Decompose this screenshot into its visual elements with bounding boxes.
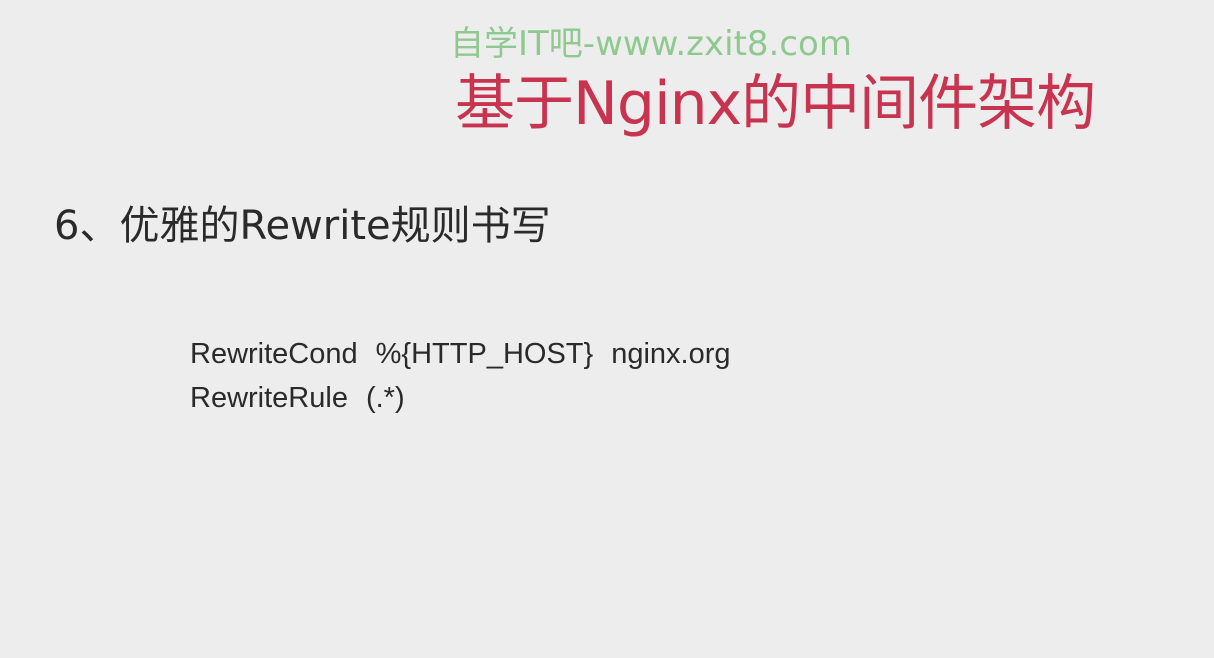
code-directive: RewriteRule [190, 382, 348, 414]
slide: 自学IT吧-www.zxit8.com 基于Nginx的中间件架构 6、优雅的R… [0, 0, 1214, 658]
code-line-rewrite-rule: RewriteRule (.*) [190, 376, 731, 420]
code-argument: nginx.org [611, 338, 731, 370]
code-argument: (.*) [365, 382, 405, 414]
watermark-text: 自学IT吧-www.zxit8.com [450, 24, 852, 64]
code-line-rewrite-cond: RewriteCond %{HTTP_HOST} nginx.org [190, 332, 731, 376]
code-argument: %{HTTP_HOST} [375, 338, 594, 370]
section-heading: 6、优雅的Rewrite规则书写 [54, 203, 551, 249]
slide-title: 基于Nginx的中间件架构 [455, 69, 1096, 139]
code-directive: RewriteCond [190, 338, 358, 370]
code-block: RewriteCond %{HTTP_HOST} nginx.org Rewrite… [190, 332, 731, 420]
